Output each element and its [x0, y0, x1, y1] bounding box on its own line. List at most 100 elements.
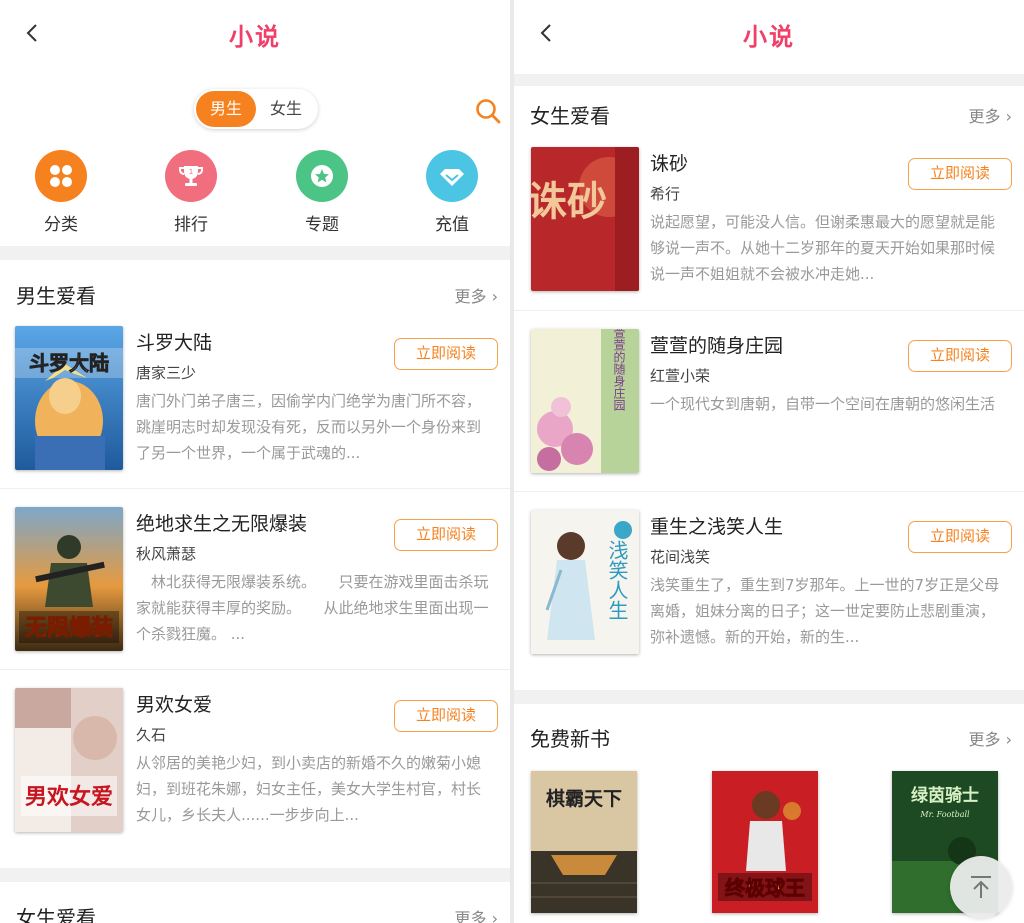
book-title[interactable]: 绝地求生之无限爆装	[136, 509, 307, 536]
book-description: 一个现代女到唐朝，自带一个空间在唐朝的悠闲生活	[650, 395, 996, 413]
more-label: 更多	[968, 730, 1001, 749]
book-description: 唐门外门弟子唐三，因偷学内门绝学为唐门所不容，跳崖明志时却发现没有死，反而以另外…	[136, 392, 482, 462]
tab-male[interactable]: 男生	[196, 91, 256, 127]
page-title: 小说	[229, 23, 281, 51]
trophy-icon: 1	[165, 150, 217, 202]
category-label: 分类	[44, 215, 78, 235]
cover-title: 萱萱的随身庄园	[612, 329, 626, 412]
book-cover[interactable]: 萱萱的随身庄园	[531, 329, 639, 473]
book-item[interactable]: 萱萱的随身庄园 萱萱的随身庄园 红萱小荣 一个现代女到唐朝，自带一个空间在唐朝的…	[514, 329, 1024, 499]
chevron-right-icon: ›	[1005, 730, 1012, 749]
book-item[interactable]: 无限爆装 绝地求生之无限爆装 秋风萧瑟 林北获得无限爆装系统。 只要在游戏里面击…	[0, 507, 510, 677]
cover-title: 无限爆装	[25, 616, 113, 641]
category-rank[interactable]: 1 排行	[146, 150, 236, 235]
cover-title: 棋霸天下	[546, 787, 622, 810]
section-header-female: 女生爱看 更多 ›	[514, 88, 1024, 138]
section-title: 男生爱看	[16, 284, 96, 308]
book-item[interactable]: 男欢女爱 男欢女爱 久石 从邻居的美艳少妇，到小卖店的新婚不久的嫩菊小媳妇，到班…	[0, 688, 510, 858]
read-now-button[interactable]: 立即阅读	[394, 519, 498, 551]
section-header-female: 女生爱看 更多 ›	[0, 890, 510, 923]
category-topic[interactable]: 专题	[277, 150, 367, 235]
section-header-male: 男生爱看 更多 ›	[0, 268, 510, 318]
book-cover[interactable]: 无限爆装	[15, 507, 123, 651]
arrow-up-icon	[971, 876, 991, 898]
book-description: 浅笑重生了，重生到7岁那年。上一世的7岁正是父母离婚，姐妹分离的日子；这一世定要…	[650, 576, 1000, 646]
book-author: 秋风萧瑟	[136, 545, 197, 563]
more-link[interactable]: 更多 ›	[454, 905, 498, 923]
cover-subtitle: Mr. Football	[919, 810, 970, 819]
section-header-free: 免费新书 更多 ›	[514, 711, 1024, 761]
gender-switch: 男生 女生	[194, 89, 318, 129]
section-title: 女生爱看	[530, 104, 610, 128]
book-cover[interactable]: 诛砂	[531, 147, 639, 291]
more-link[interactable]: 更多 ›	[968, 103, 1012, 127]
category-label: 专题	[305, 215, 339, 235]
svg-text:1: 1	[189, 168, 193, 176]
search-icon[interactable]	[474, 97, 502, 125]
diamond-icon	[426, 150, 478, 202]
back-to-top-button[interactable]	[950, 856, 1012, 918]
book-author: 希行	[650, 185, 681, 203]
cover-title: 绿茵骑士	[911, 785, 979, 806]
category-recharge[interactable]: 充值	[407, 150, 497, 235]
category-classify[interactable]: 分类	[16, 150, 106, 235]
free-books-row: 棋霸天下 终极球王 绿茵骑士 Mr. Football	[514, 771, 1024, 923]
right-screen: 小说 女生爱看 更多 › 诛砂 诛砂 希行 说起愿望，可能没人信。但谢柔惠最大的…	[514, 0, 1024, 923]
book-title[interactable]: 诛砂	[650, 149, 688, 176]
book-description: 从邻居的美艳少妇，到小卖店的新婚不久的嫩菊小媳妇，到班花朱娜，妇女主任，美女大学…	[136, 754, 482, 824]
star-badge-icon	[296, 150, 348, 202]
category-label: 充值	[435, 215, 469, 235]
book-cover[interactable]: 浅笑人生	[531, 510, 639, 654]
book-author: 久石	[136, 726, 167, 744]
section-divider	[0, 246, 510, 260]
chevron-right-icon: ›	[1005, 107, 1012, 126]
grid-icon	[35, 150, 87, 202]
book-title[interactable]: 萱萱的随身庄园	[650, 331, 783, 358]
section-divider	[514, 74, 1024, 86]
book-title[interactable]: 重生之浅笑人生	[650, 512, 783, 539]
page-title: 小说	[743, 23, 795, 51]
book-title[interactable]: 男欢女爱	[136, 690, 212, 717]
left-screen: 小说 男生 女生 分类 1 排行 专题 充值 男生爱看 更多 › 斗罗大陆 斗罗…	[0, 0, 510, 923]
section-divider	[514, 690, 1024, 704]
section-title: 免费新书	[530, 727, 610, 751]
more-label: 更多	[454, 287, 487, 306]
more-link[interactable]: 更多 ›	[454, 283, 498, 307]
row-divider	[514, 310, 1024, 311]
cover-title: 诛砂	[531, 178, 607, 225]
category-bar: 分类 1 排行 专题 充值	[0, 150, 510, 236]
category-label: 排行	[174, 215, 208, 235]
book-description: 说起愿望，可能没人信。但谢柔惠最大的愿望就是能够说一声不。从她十二岁那年的夏天开…	[650, 213, 996, 283]
cover-title: 浅笑人生	[605, 540, 629, 620]
book-author: 花间浅笑	[650, 548, 711, 566]
book-title[interactable]: 斗罗大陆	[136, 328, 212, 355]
chevron-right-icon: ›	[491, 287, 498, 306]
book-item[interactable]: 诛砂 诛砂 希行 说起愿望，可能没人信。但谢柔惠最大的愿望就是能够说一声不。从她…	[514, 147, 1024, 317]
more-link[interactable]: 更多 ›	[968, 726, 1012, 750]
book-cover[interactable]: 棋霸天下	[531, 771, 637, 913]
book-cover[interactable]: 斗罗大陆	[15, 326, 123, 470]
read-now-button[interactable]: 立即阅读	[908, 158, 1012, 190]
section-divider	[0, 868, 510, 882]
header: 小说	[514, 0, 1024, 66]
tab-female[interactable]: 女生	[256, 91, 316, 127]
more-label: 更多	[454, 909, 487, 923]
section-title: 女生爱看	[16, 906, 96, 923]
cover-title: 斗罗大陆	[29, 351, 109, 375]
book-cover[interactable]: 男欢女爱	[15, 688, 123, 832]
chevron-right-icon: ›	[491, 909, 498, 923]
read-now-button[interactable]: 立即阅读	[908, 340, 1012, 372]
cover-title: 终极球王	[725, 876, 805, 900]
header: 小说	[0, 0, 510, 66]
row-divider	[0, 488, 510, 489]
read-now-button[interactable]: 立即阅读	[394, 700, 498, 732]
read-now-button[interactable]: 立即阅读	[908, 521, 1012, 553]
read-now-button[interactable]: 立即阅读	[394, 338, 498, 370]
book-description: 林北获得无限爆装系统。 只要在游戏里面击杀玩家就能获得丰厚的奖励。 从此绝地求生…	[136, 573, 489, 643]
book-author: 红萱小荣	[650, 367, 711, 385]
book-author: 唐家三少	[136, 364, 197, 382]
book-cover[interactable]: 终极球王	[712, 771, 818, 913]
cover-title: 男欢女爱	[25, 784, 113, 810]
book-item[interactable]: 斗罗大陆 斗罗大陆 唐家三少 唐门外门弟子唐三，因偷学内门绝学为唐门所不容，跳崖…	[0, 326, 510, 496]
book-item[interactable]: 浅笑人生 重生之浅笑人生 花间浅笑 浅笑重生了，重生到7岁那年。上一世的7岁正是…	[514, 510, 1024, 680]
